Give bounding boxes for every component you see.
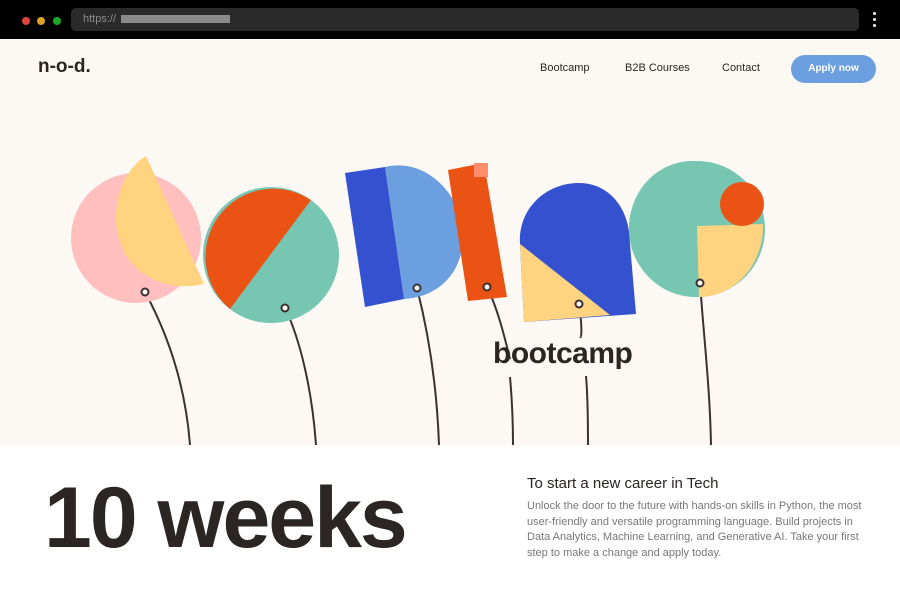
balloon-string	[585, 375, 589, 445]
hero-section: n-o-d. Bootcamp B2B Courses Contact Appl…	[0, 39, 900, 445]
apply-now-button[interactable]: Apply now	[791, 55, 876, 83]
balloon-string	[509, 376, 514, 445]
site-logo[interactable]: n-o-d.	[38, 56, 91, 78]
url-redacted	[121, 15, 230, 23]
balloon-string	[284, 307, 317, 445]
balloon-string	[144, 291, 191, 445]
url-prefix: https://	[83, 13, 117, 25]
nav-link-bootcamp[interactable]: Bootcamp	[540, 62, 590, 74]
letter-d-shape	[345, 165, 464, 307]
coding-balloon-illustration	[71, 156, 765, 445]
maximize-window-dot[interactable]	[53, 17, 61, 25]
minimize-window-dot[interactable]	[37, 17, 45, 25]
duration-headline: 10 weeks	[44, 470, 408, 566]
program-description: Unlock the door to the future with hands…	[527, 500, 862, 559]
more-options-icon[interactable]	[872, 12, 878, 30]
nav-link-b2b-courses[interactable]: B2B Courses	[625, 62, 690, 74]
intro-section: 10 weeks To start a new career in Tech U…	[0, 445, 900, 590]
close-window-dot[interactable]	[22, 17, 30, 25]
balloon-string	[699, 282, 712, 445]
letter-g-shape	[629, 161, 765, 297]
career-subheading: To start a new career in Tech	[527, 475, 719, 492]
nav-link-contact[interactable]: Contact	[722, 62, 760, 74]
address-bar[interactable]: https://	[71, 8, 859, 31]
bootcamp-wordmark: bootcamp	[493, 337, 633, 370]
letter-o-shape	[203, 187, 339, 323]
letter-c-shape	[71, 156, 204, 303]
browser-toolbar: https://	[0, 0, 900, 39]
balloon-string	[416, 287, 440, 445]
